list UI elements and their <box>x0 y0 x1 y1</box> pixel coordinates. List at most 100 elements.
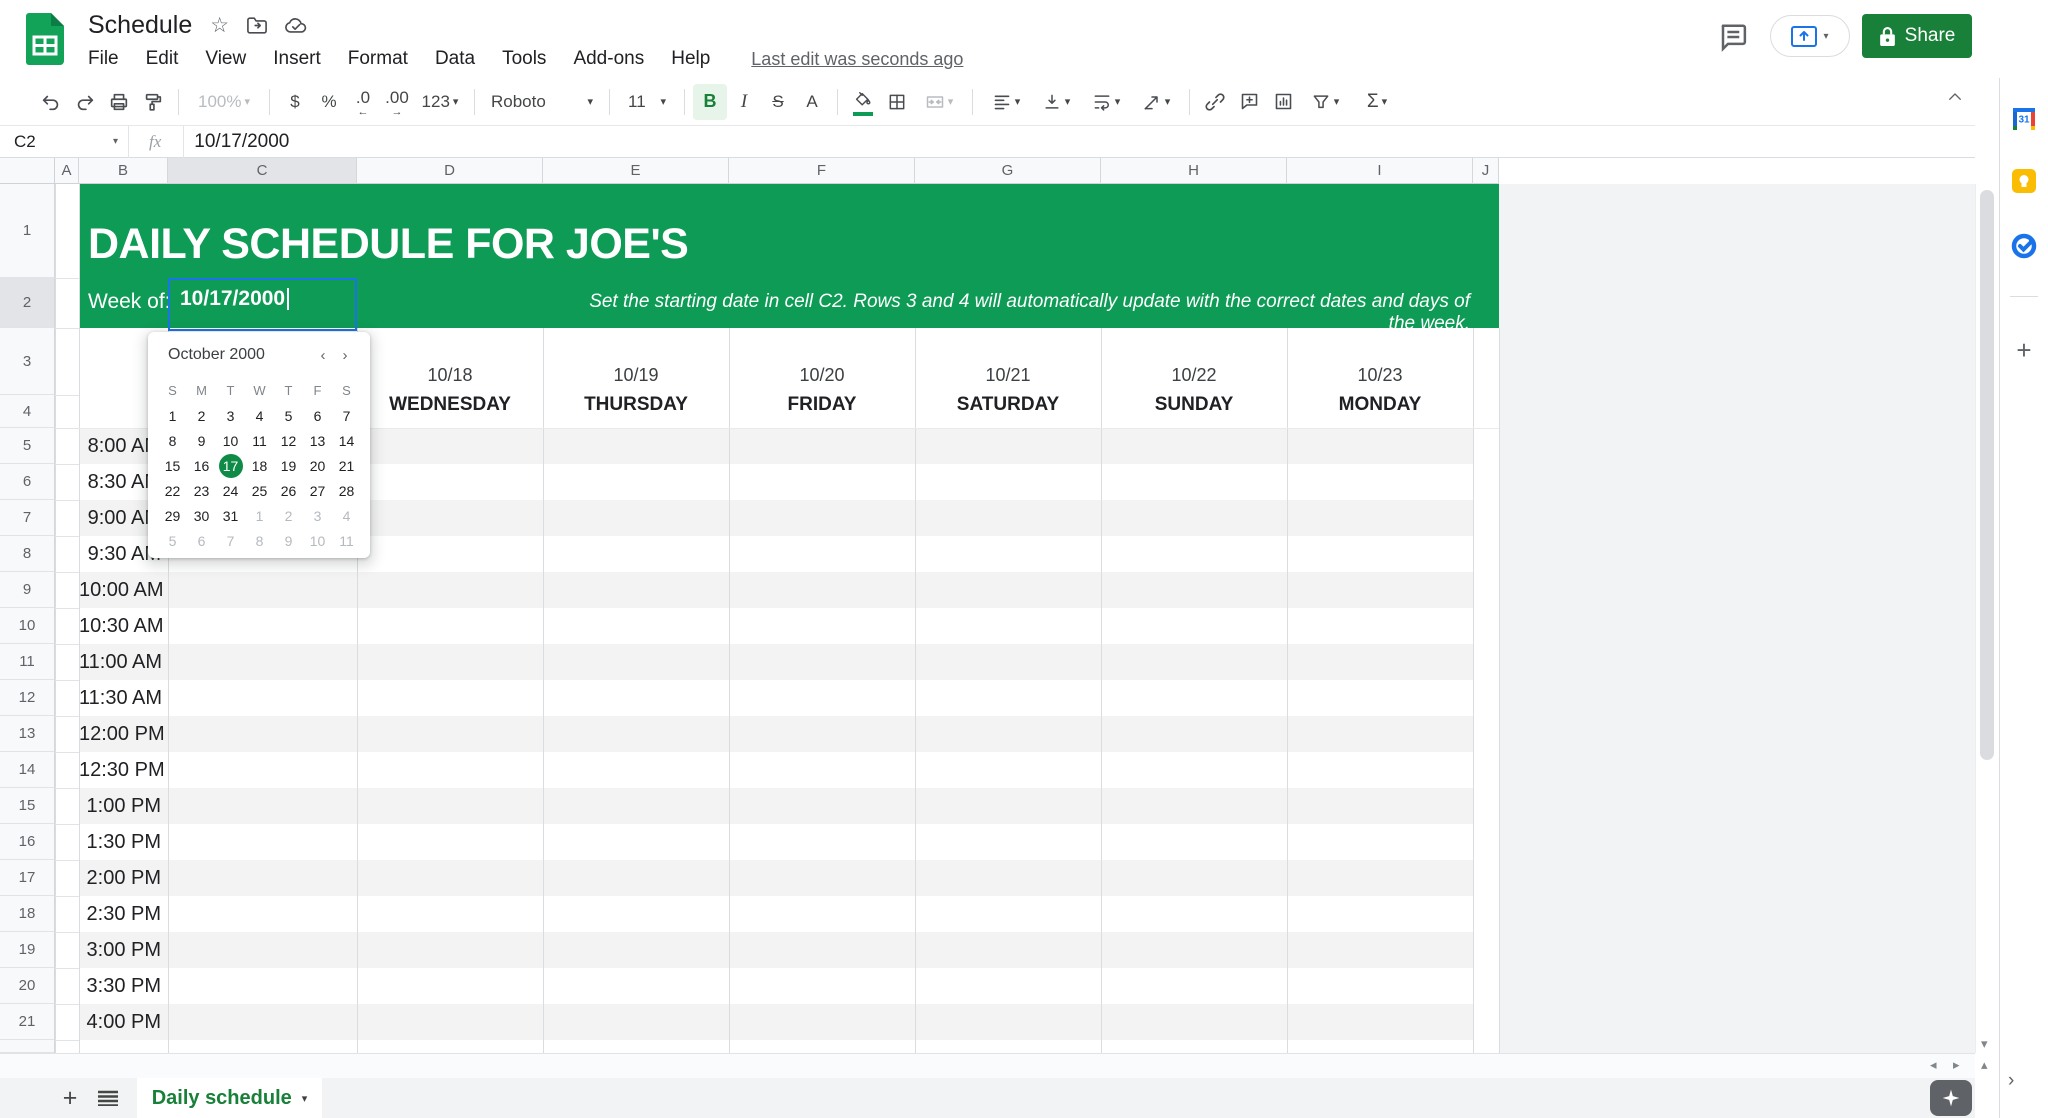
menu-tools[interactable]: Tools <box>502 48 546 70</box>
time-cell-130pm[interactable]: 1:30 PM <box>79 824 161 860</box>
column-header-D[interactable]: D <box>357 158 543 184</box>
column-header-I[interactable]: I <box>1287 158 1473 184</box>
date-picker-day[interactable]: 5 <box>158 528 187 553</box>
select-all-corner[interactable] <box>0 158 55 184</box>
vertical-scrollbar-thumb[interactable] <box>1980 190 1994 760</box>
row-header-18[interactable]: 18 <box>0 896 55 932</box>
create-filter-button[interactable]: ▾ <box>1300 84 1350 120</box>
insert-link-icon[interactable] <box>1198 84 1232 120</box>
time-cell-400pm[interactable]: 4:00 PM <box>79 1004 161 1040</box>
time-cell-300pm[interactable]: 3:00 PM <box>79 932 161 968</box>
google-tasks-icon[interactable] <box>2011 233 2037 259</box>
date-picker-day[interactable]: 7 <box>332 403 361 428</box>
hide-menus-icon[interactable] <box>1946 88 1964 111</box>
date-picker-day[interactable]: 2 <box>187 403 216 428</box>
day-number[interactable]: 9 <box>277 529 301 553</box>
row-header-1[interactable]: 1 <box>0 184 55 278</box>
date-picker-day[interactable]: 5 <box>274 403 303 428</box>
day-number[interactable]: 4 <box>248 404 272 428</box>
day-number[interactable]: 14 <box>335 429 359 453</box>
date-picker-day[interactable]: 26 <box>274 478 303 503</box>
column-header-A[interactable]: A <box>55 158 79 184</box>
day-number[interactable]: 13 <box>306 429 330 453</box>
day-number[interactable]: 8 <box>248 529 272 553</box>
day-number[interactable]: 1 <box>161 404 185 428</box>
day-number[interactable]: 22 <box>161 479 185 503</box>
column-header-G[interactable]: G <box>915 158 1101 184</box>
row-header-12[interactable]: 12 <box>0 680 55 716</box>
date-picker-day[interactable]: 29 <box>158 503 187 528</box>
menu-addons[interactable]: Add-ons <box>573 48 644 70</box>
row-header-partial[interactable] <box>0 1040 55 1053</box>
sheets-logo-icon[interactable] <box>26 13 64 65</box>
zoom-select[interactable]: 100% ▾ <box>187 84 261 120</box>
date-picker-day[interactable]: 31 <box>216 503 245 528</box>
day-header-friday[interactable]: FRIDAY <box>729 387 915 423</box>
day-number[interactable]: 12 <box>277 429 301 453</box>
menu-format[interactable]: Format <box>348 48 408 70</box>
day-number[interactable]: 7 <box>219 529 243 553</box>
font-size-select[interactable]: 11 ▾ <box>618 84 676 120</box>
next-month-icon[interactable]: › <box>334 347 356 364</box>
day-number[interactable]: 9 <box>190 429 214 453</box>
move-to-folder-icon[interactable] <box>247 16 267 34</box>
day-number[interactable]: 8 <box>161 429 185 453</box>
cell-editor-c2[interactable]: 10/17/2000 <box>168 278 357 331</box>
row-header-11[interactable]: 11 <box>0 644 55 680</box>
explore-button[interactable] <box>1930 1080 1972 1116</box>
present-to-meeting-button[interactable]: ▾ <box>1770 15 1850 57</box>
date-picker-day[interactable]: 16 <box>187 453 216 478</box>
day-number[interactable]: 5 <box>277 404 301 428</box>
sheet-tab-menu-arrow-icon[interactable]: ▾ <box>302 1092 308 1105</box>
date-picker-day[interactable]: 8 <box>245 528 274 553</box>
date-picker-day[interactable]: 12 <box>274 428 303 453</box>
borders-button[interactable] <box>880 84 914 120</box>
row-header-15[interactable]: 15 <box>0 788 55 824</box>
day-number[interactable]: 21 <box>335 454 359 478</box>
row-header-14[interactable]: 14 <box>0 752 55 788</box>
day-number[interactable]: 27 <box>306 479 330 503</box>
row-header-3[interactable]: 3 <box>0 328 55 395</box>
fill-color-button[interactable] <box>846 84 880 120</box>
functions-button[interactable]: Σ ▾ <box>1350 84 1404 120</box>
day-number[interactable]: 7 <box>335 404 359 428</box>
date-picker-day[interactable]: 8 <box>158 428 187 453</box>
show-comments-icon[interactable] <box>1718 22 1748 57</box>
column-header-E[interactable]: E <box>543 158 729 184</box>
date-picker-day[interactable]: 4 <box>332 503 361 528</box>
column-header-H[interactable]: H <box>1101 158 1287 184</box>
name-box-dropdown-arrow-icon[interactable]: ▾ <box>113 136 118 147</box>
date-picker-day[interactable]: 25 <box>245 478 274 503</box>
horizontal-align-button[interactable]: ▾ <box>981 84 1031 120</box>
day-header-monday[interactable]: MONDAY <box>1287 387 1473 423</box>
row-header-16[interactable]: 16 <box>0 824 55 860</box>
day-number[interactable]: 31 <box>219 504 243 528</box>
increase-decimal-icon[interactable]: .00 → <box>380 84 414 120</box>
redo-icon[interactable] <box>68 84 102 120</box>
italic-button[interactable]: I <box>727 84 761 120</box>
print-icon[interactable] <box>102 84 136 120</box>
date-picker-day[interactable]: 1 <box>245 503 274 528</box>
day-number[interactable]: 29 <box>161 504 185 528</box>
date-picker-day[interactable]: 28 <box>332 478 361 503</box>
date-picker-day[interactable]: 4 <box>245 403 274 428</box>
day-header-sunday[interactable]: SUNDAY <box>1101 387 1287 423</box>
date-picker-day[interactable]: 10 <box>303 528 332 553</box>
date-picker-day[interactable]: 6 <box>187 528 216 553</box>
day-header-wednesday[interactable]: WEDNESDAY <box>357 387 543 423</box>
date-picker-selected-day[interactable]: 17 <box>216 453 245 478</box>
column-header-F[interactable]: F <box>729 158 915 184</box>
day-header-thursday[interactable]: THURSDAY <box>543 387 729 423</box>
decrease-decimal-icon[interactable]: .0 ← <box>346 84 380 120</box>
row-header-8[interactable]: 8 <box>0 536 55 572</box>
time-cell-330pm[interactable]: 3:30 PM <box>79 968 161 1004</box>
instruction-text[interactable]: Set the starting date in cell C2. Rows 3… <box>560 291 1470 335</box>
day-number[interactable]: 23 <box>190 479 214 503</box>
text-rotation-button[interactable]: ▾ <box>1131 84 1181 120</box>
menu-help[interactable]: Help <box>671 48 710 70</box>
date-picker-day[interactable]: 11 <box>332 528 361 553</box>
date-picker-day[interactable]: 2 <box>274 503 303 528</box>
day-number[interactable]: 30 <box>190 504 214 528</box>
day-number[interactable]: 24 <box>219 479 243 503</box>
time-cell-1100am[interactable]: 11:00 AM <box>79 644 162 680</box>
